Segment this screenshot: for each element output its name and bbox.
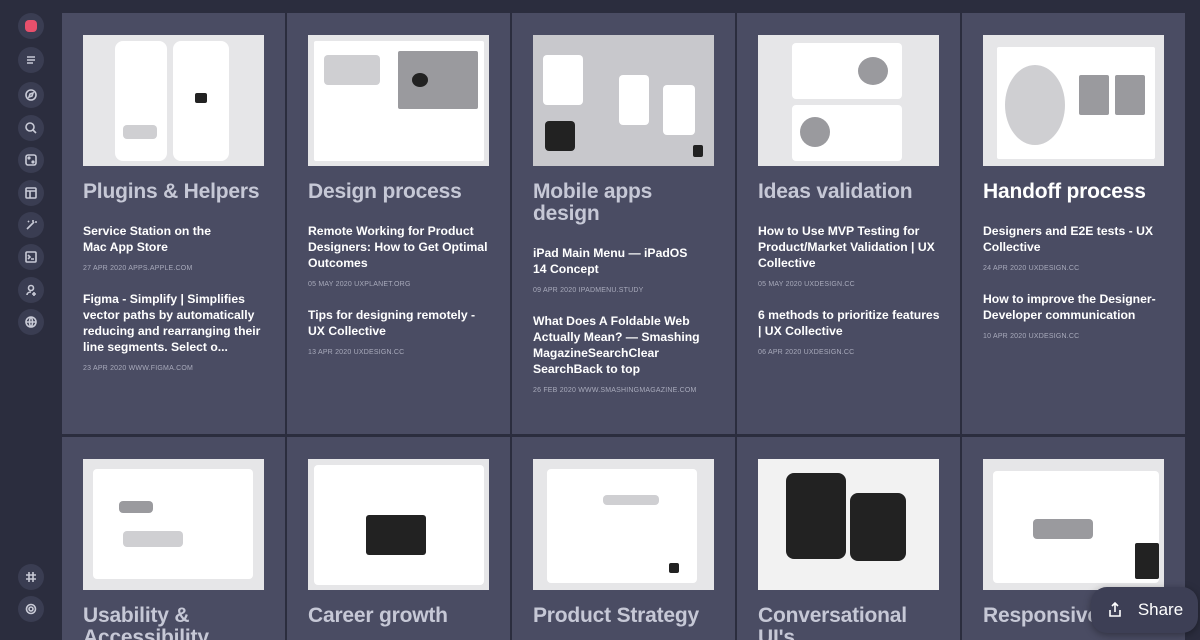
link-list: Designers and E2E tests - UX Collective … xyxy=(983,223,1169,359)
share-label: Share xyxy=(1137,600,1184,619)
link-meta: 05 MAY 2020 UXDESIGN.CC xyxy=(758,281,855,288)
share-icon xyxy=(1109,601,1121,617)
link-list: iPad Main Menu — iPadOS 14 Concept 09 AP… xyxy=(533,245,719,413)
link-title[interactable]: What Does A Foldable Web Actually Mean? … xyxy=(533,313,719,377)
link-title[interactable]: Figma - Simplify | Simplifies vector pat… xyxy=(83,291,269,355)
column-thumbnail xyxy=(308,35,489,166)
link-title[interactable]: iPad Main Menu — iPadOS 14 Concept xyxy=(533,245,693,277)
list-icon[interactable] xyxy=(18,47,44,73)
link-title[interactable]: 6 methods to prioritize features | UX Co… xyxy=(758,307,944,339)
column-thumbnail xyxy=(983,35,1164,166)
link-list: How to Use MVP Testing for Product/Marke… xyxy=(758,223,944,375)
column-card[interactable]: Plugins & Helpers Service Station on the… xyxy=(62,13,285,434)
sidebar xyxy=(0,0,62,640)
link-meta: 23 APR 2020 WWW.FIGMA.COM xyxy=(83,365,194,372)
column-thumbnail xyxy=(83,35,264,166)
link-title[interactable]: How to Use MVP Testing for Product/Marke… xyxy=(758,223,944,271)
column-card[interactable]: Usability & Accessibility xyxy=(62,437,285,640)
slack-icon[interactable] xyxy=(18,564,44,590)
column-card[interactable]: Handoff process Designers and E2E tests … xyxy=(962,13,1185,434)
search-icon[interactable] xyxy=(18,115,44,141)
column-thumbnail xyxy=(308,459,489,590)
column-title: Ideas validation xyxy=(758,180,913,203)
column-thumbnail xyxy=(758,35,939,166)
column-thumbnail xyxy=(983,459,1164,590)
compass-icon[interactable] xyxy=(18,82,44,108)
link-meta: 06 APR 2020 UXDESIGN.CC xyxy=(758,349,855,356)
column-title: Career growth xyxy=(308,604,448,627)
link-meta: 09 APR 2020 IPADMENU.STUDY xyxy=(533,287,644,294)
column-thumbnail xyxy=(83,459,264,590)
link-meta: 10 APR 2020 UXDESIGN.CC xyxy=(983,333,1080,340)
column-title: Plugins & Helpers xyxy=(83,180,260,203)
column-card[interactable]: Conversational UI's xyxy=(737,437,960,640)
layout-icon[interactable] xyxy=(18,147,44,173)
link-meta: 05 MAY 2020 UXPLANET.ORG xyxy=(308,281,411,288)
column-title: Product Strategy xyxy=(533,604,699,627)
link-list: Service Station on the Mac App Store 27 … xyxy=(83,223,269,391)
column-card[interactable]: Ideas validation How to Use MVP Testing … xyxy=(737,13,960,434)
column-title: Handoff process xyxy=(983,180,1146,203)
link-title[interactable]: Tips for designing remotely - UX Collect… xyxy=(308,307,494,339)
settings-icon[interactable] xyxy=(18,596,44,622)
column-thumbnail xyxy=(533,459,714,590)
link-list: Remote Working for Product Designers: Ho… xyxy=(308,223,494,375)
link-meta: 13 APR 2020 UXDESIGN.CC xyxy=(308,349,405,356)
user-add-icon[interactable] xyxy=(18,277,44,303)
link-meta: 26 FEB 2020 WWW.SMASHINGMAGAZINE.COM xyxy=(533,387,697,394)
column-title: Design process xyxy=(308,180,462,203)
column-title: Usability & Accessibility xyxy=(83,604,209,640)
column-title: Mobile apps design xyxy=(533,180,653,225)
terminal-icon[interactable] xyxy=(18,244,44,270)
globe-icon[interactable] xyxy=(18,309,44,335)
link-meta: 27 APR 2020 APPS.APPLE.COM xyxy=(83,265,193,272)
app-logo-icon[interactable] xyxy=(18,13,44,39)
column-thumbnail xyxy=(758,459,939,590)
column-card[interactable]: Career growth xyxy=(287,437,510,640)
link-meta: 24 APR 2020 UXDESIGN.CC xyxy=(983,265,1080,272)
column-card[interactable]: Design process Remote Working for Produc… xyxy=(287,13,510,434)
share-button[interactable]: Share xyxy=(1091,587,1198,633)
link-title[interactable]: Remote Working for Product Designers: Ho… xyxy=(308,223,494,271)
column-card[interactable]: Mobile apps design iPad Main Menu — iPad… xyxy=(512,13,735,434)
panel-icon[interactable] xyxy=(18,180,44,206)
link-title[interactable]: Service Station on the Mac App Store xyxy=(83,223,213,255)
column-card[interactable]: Product Strategy xyxy=(512,437,735,640)
column-thumbnail xyxy=(533,35,714,166)
column-title: Conversational UI's xyxy=(758,604,907,640)
link-title[interactable]: Designers and E2E tests - UX Collective xyxy=(983,223,1169,255)
link-title[interactable]: How to improve the Designer-Developer co… xyxy=(983,291,1169,323)
magic-icon[interactable] xyxy=(18,212,44,238)
